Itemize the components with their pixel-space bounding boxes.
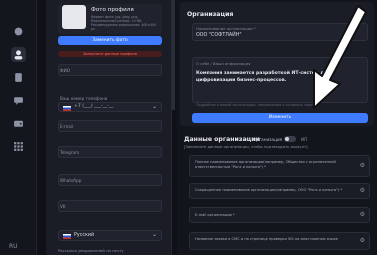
telegram-label: Telegram [60,150,80,155]
wallet-icon[interactable] [11,116,26,131]
full-name-field[interactable]: Полное наименование организации(например… [189,155,370,177]
phone-label: Ваш номер телефона [60,96,108,101]
whatsapp-label: WhatsApp [60,178,82,183]
chat-icon[interactable] [11,93,26,108]
chevron-down-icon[interactable]: ⌄ [152,231,157,238]
fio-label: ФИО [60,68,71,73]
org-type-label: Организация [253,137,283,142]
email-label: E-mail [60,124,74,129]
phone-code: +7 (___) ___-__-__ [74,104,114,109]
profile-warning: Заполните данные профиля [58,51,162,57]
profile-icon[interactable] [11,47,26,62]
apps-icon[interactable] [11,139,26,154]
fio-field[interactable] [58,64,162,76]
profile-panel: Фото профиля Формат фото: jpg, jpeg, png… [46,0,172,255]
phone-field[interactable]: +7 (___) ___-__-__ ⌄ [58,102,162,112]
ru-flag-icon [63,105,71,111]
short-name-field[interactable]: Сокращенное наименование организации(нап… [189,183,370,199]
ip-type-label: ИП [301,137,308,142]
gear-icon[interactable]: ⚙ [360,237,365,244]
avatar[interactable] [62,5,86,29]
home-icon[interactable] [11,24,26,39]
language-select[interactable]: Русский ⌄ [58,230,162,241]
photo-title: Фото профиля [91,7,134,13]
left-rail: RU [0,0,37,255]
organization-title: Организация [187,11,234,18]
mail-notify-label: Рассылка уведомлений на почту [58,248,124,253]
org-type-toggle[interactable] [284,135,296,142]
photo-card: Фото профиля Формат фото: jpg, jpeg, png… [58,4,162,34]
org-name-value: ООО "СОФТЛАЙН" [196,33,242,38]
photo-hint: Формат фото: jpg, jpeg, png. Максимальны… [91,15,157,31]
ru-flag-icon [63,234,71,239]
gear-icon[interactable]: ⚙ [360,162,365,169]
language-switch[interactable]: RU [9,243,18,250]
email-field[interactable] [58,120,162,132]
annotation-arrow-icon [313,5,367,109]
document-icon[interactable] [11,70,26,85]
gear-icon[interactable]: ⚙ [360,211,365,218]
org-data-title: Данные организации [184,136,260,143]
foreign-name-label: Название заявки в СМС и на странице пров… [195,237,338,241]
scrollbar-thumb[interactable] [172,0,175,110]
vk-label: VK [60,204,66,209]
org-data-note: [Заполните данные организации, чтобы под… [184,145,308,149]
org-email-label: E-mail организации * [195,213,235,217]
org-name-label: Наименование организации * [196,26,256,31]
foreign-name-field[interactable]: Название заявки в СМС и на странице пров… [189,232,370,250]
language-value: Русский [74,233,95,238]
save-org-button[interactable]: Изменить [192,113,368,123]
scrollbar[interactable] [172,0,175,255]
full-name-label: Полное наименование организации(например… [195,160,336,169]
chevron-down-icon[interactable]: ⌄ [152,103,157,110]
org-email-field[interactable]: E-mail организации * ⚙ [189,207,370,223]
short-name-label: Сокращенное наименование организации(нап… [195,188,343,192]
org-about-label: О себе / Ваша информация [196,61,251,66]
change-photo-button[interactable]: Заменить фото [58,36,162,45]
gear-icon[interactable]: ⚙ [360,187,365,194]
toggle-knob [285,136,289,141]
vk-field[interactable] [58,200,162,212]
